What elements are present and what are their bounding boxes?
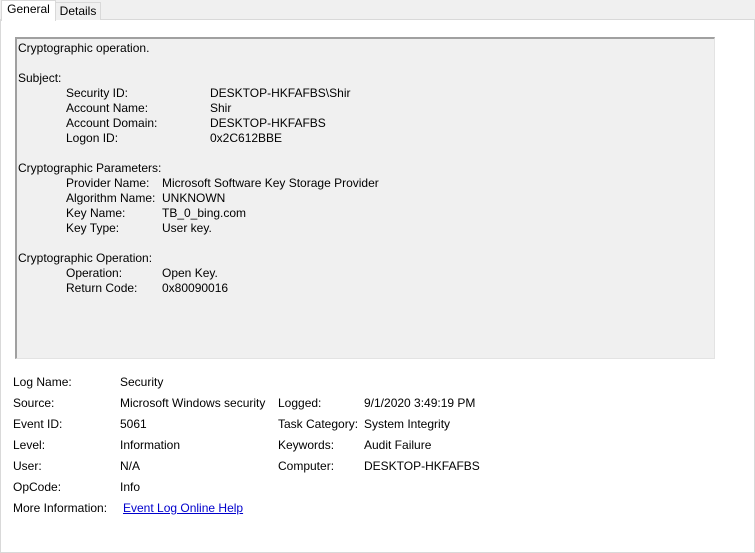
logged-value: 9/1/2020 3:49:19 PM <box>364 396 476 410</box>
source-value: Microsoft Windows security <box>120 396 266 410</box>
keywords-label: Keywords: <box>278 438 335 452</box>
operation-value: Open Key. <box>162 266 218 280</box>
computer-label: Computer: <box>278 459 335 473</box>
opcode-label: OpCode: <box>13 480 62 494</box>
account-name-label: Account Name: <box>66 101 149 115</box>
key-name-value: TB_0_bing.com <box>162 206 247 220</box>
computer-value: DESKTOP-HKFAFBS <box>364 459 480 473</box>
crypto-params-header: Cryptographic Parameters: <box>18 161 162 175</box>
task-category-label: Task Category: <box>278 417 359 431</box>
security-id-label: Security ID: <box>66 86 129 100</box>
event-log-online-help-link[interactable]: Event Log Online Help <box>123 501 243 516</box>
return-code-value: 0x80090016 <box>162 281 229 295</box>
key-name-label: Key Name: <box>66 206 126 220</box>
tab-general[interactable]: General <box>1 0 56 21</box>
security-id-value: DESKTOP-HKFAFBS\Shir <box>210 86 351 100</box>
log-name-value: Security <box>120 375 164 389</box>
provider-name-label: Provider Name: <box>66 176 150 190</box>
level-label: Level: <box>13 438 46 452</box>
operation-label: Operation: <box>66 266 123 280</box>
logon-id-label: Logon ID: <box>66 131 119 145</box>
key-type-label: Key Type: <box>66 221 120 235</box>
algorithm-name-value: UNKNOWN <box>162 191 226 205</box>
keywords-value: Audit Failure <box>364 438 432 452</box>
return-code-label: Return Code: <box>66 281 138 295</box>
source-label: Source: <box>13 396 55 410</box>
tab-details[interactable]: Details <box>55 2 101 20</box>
logon-id-value: 0x2C612BBE <box>210 131 283 145</box>
crypto-operation-header: Cryptographic Operation: <box>18 251 153 265</box>
account-domain-value: DESKTOP-HKFAFBS <box>210 116 326 130</box>
user-value: N/A <box>120 459 141 473</box>
log-name-label: Log Name: <box>13 375 72 389</box>
subject-header: Subject: <box>18 71 62 85</box>
task-category-value: System Integrity <box>364 417 451 431</box>
key-type-value: User key. <box>162 221 212 235</box>
event-id-value: 5061 <box>120 417 147 431</box>
provider-name-value: Microsoft Software Key Storage Provider <box>162 176 379 190</box>
account-name-value: Shir <box>210 101 232 115</box>
event-id-label: Event ID: <box>13 417 63 431</box>
description-headline: Cryptographic operation. <box>18 41 150 55</box>
opcode-value: Info <box>120 480 141 494</box>
event-description-textbox[interactable]: Cryptographic operation. Subject: Securi… <box>15 37 715 359</box>
level-value: Information <box>120 438 181 452</box>
algorithm-name-label: Algorithm Name: <box>66 191 156 205</box>
account-domain-label: Account Domain: <box>66 116 158 130</box>
user-label: User: <box>13 459 42 473</box>
more-information-label: More Information: <box>13 501 108 515</box>
logged-label: Logged: <box>278 396 322 410</box>
